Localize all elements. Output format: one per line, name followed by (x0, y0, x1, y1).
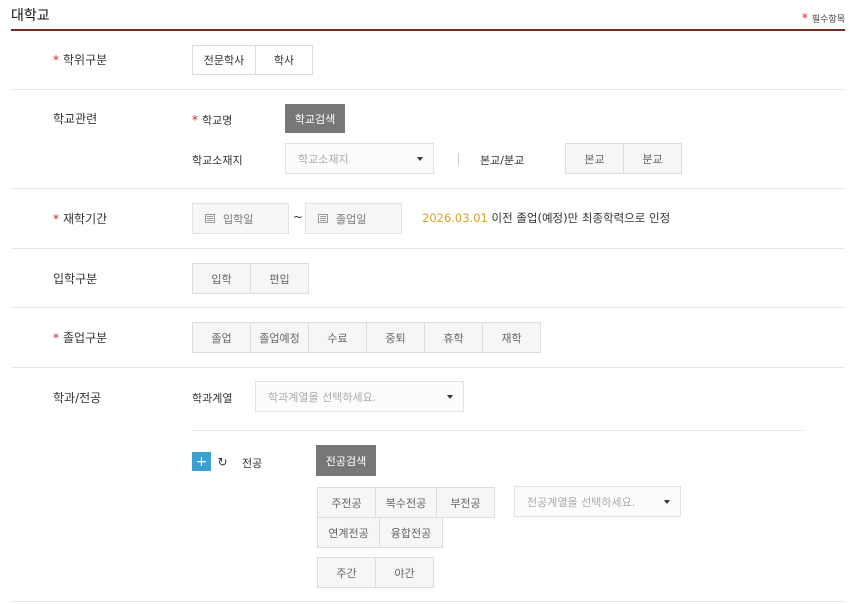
chevron-down-icon (447, 394, 453, 399)
campus-option-branch[interactable]: 분교 (623, 143, 682, 174)
dept-select[interactable]: 학과계열을 선택하세요. (255, 381, 464, 412)
date-separator: ~ (293, 210, 304, 224)
major-type-option[interactable]: 복수전공 (375, 487, 437, 518)
row-divider (11, 367, 845, 368)
major-dept-select[interactable]: 전공계열을 선택하세요. (514, 486, 681, 517)
graduation-option[interactable]: 수료 (308, 322, 367, 353)
required-note: * 필수항목 (802, 11, 845, 25)
add-major-button[interactable]: + (192, 452, 211, 471)
period-hint-date: 2026.03.01 (422, 211, 488, 225)
calendar-icon (205, 214, 215, 223)
major-name-label: 전공 (242, 457, 263, 470)
row-divider (11, 601, 845, 602)
start-date-input[interactable]: 입학일 (192, 203, 289, 234)
campus-label: 본교/분교 (480, 154, 525, 167)
time-group: 주간 야간 (317, 557, 434, 588)
period-hint: 2026.03.01 이전 졸업(예정)만 최종학력으로 인정 (422, 210, 670, 226)
row-divider (11, 248, 845, 249)
end-date-input[interactable]: 졸업일 (305, 203, 402, 234)
divider (458, 153, 459, 165)
entrance-label: 입학구분 (53, 272, 98, 286)
major-type-option[interactable]: 융합전공 (379, 517, 443, 548)
major-search-button[interactable]: 전공검색 (316, 445, 376, 476)
campus-option-main[interactable]: 본교 (565, 143, 624, 174)
header-divider (11, 29, 845, 31)
entrance-group: 입학 편입 (192, 263, 309, 294)
school-search-button[interactable]: 학교검색 (285, 104, 345, 133)
period-label: * 재학기간 (53, 212, 108, 226)
chevron-down-icon (417, 156, 423, 161)
required-note-text: 필수항목 (811, 15, 845, 25)
graduation-option[interactable]: 재학 (482, 322, 541, 353)
school-location-label: 학교소재지 (192, 154, 243, 167)
school-location-select[interactable]: 학교소재지 (285, 143, 434, 174)
graduation-option[interactable]: 휴학 (424, 322, 483, 353)
calendar-icon (318, 214, 328, 223)
degree-label: * 학위구분 (53, 53, 108, 67)
chevron-down-icon (664, 499, 670, 504)
graduation-option[interactable]: 졸업 (192, 322, 251, 353)
reset-icon[interactable]: ↻ (213, 452, 232, 471)
degree-option-associate[interactable]: 전문학사 (192, 45, 256, 75)
major-type-option[interactable]: 연계전공 (317, 517, 380, 548)
entrance-option-transfer[interactable]: 편입 (250, 263, 309, 294)
graduation-label: * 졸업구분 (53, 331, 108, 345)
graduation-option[interactable]: 중퇴 (366, 322, 425, 353)
school-label: 학교관련 (53, 112, 98, 126)
campus-group: 본교 분교 (565, 143, 682, 174)
required-mark: * (801, 11, 808, 25)
section-title: 대학교 (11, 8, 50, 24)
entrance-option-admission[interactable]: 입학 (192, 263, 251, 294)
row-divider (11, 89, 845, 90)
school-name-label: * 학교명 (192, 113, 233, 127)
degree-option-bachelor[interactable]: 학사 (255, 45, 313, 75)
degree-group: 전문학사 학사 (192, 45, 313, 75)
row-divider (11, 188, 845, 189)
time-option-night[interactable]: 야간 (375, 557, 434, 588)
dept-label: 학과계열 (192, 392, 233, 405)
time-option-day[interactable]: 주간 (317, 557, 376, 588)
major-type-option[interactable]: 주전공 (317, 487, 376, 518)
graduation-group: 졸업 졸업예정 수료 중퇴 휴학 재학 (192, 322, 541, 353)
graduation-option[interactable]: 졸업예정 (250, 322, 309, 353)
major-type-option[interactable]: 부전공 (436, 487, 495, 518)
major-label: 학과/전공 (53, 391, 102, 405)
period-hint-text: 이전 졸업(예정)만 최종학력으로 인정 (487, 211, 671, 225)
major-type-group-1: 주전공 복수전공 부전공 (317, 487, 495, 518)
major-type-group-2: 연계전공 융합전공 (317, 517, 443, 548)
row-divider (11, 307, 845, 308)
major-subdivider (192, 430, 804, 431)
